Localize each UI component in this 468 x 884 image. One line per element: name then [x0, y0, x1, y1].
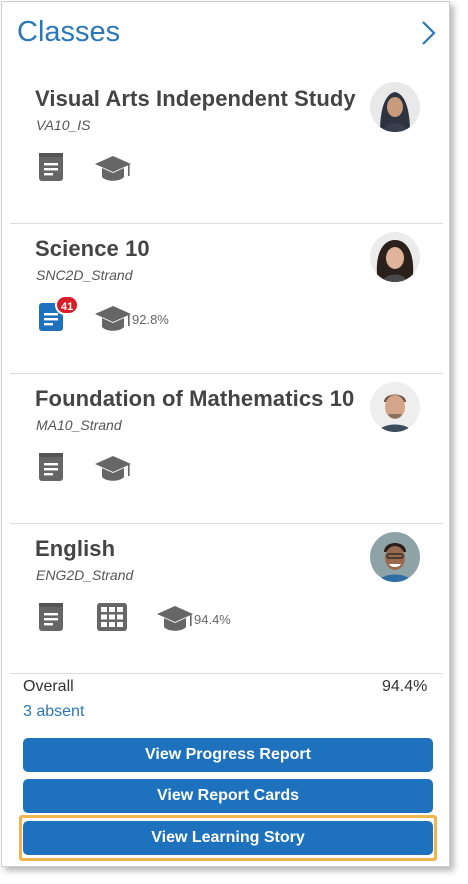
class-icons: 41 92.8%: [36, 295, 336, 336]
class-name[interactable]: Visual Arts Independent Study: [35, 86, 356, 112]
view-learning-story-button[interactable]: View Learning Story: [23, 821, 433, 855]
view-report-cards-button[interactable]: View Report Cards: [23, 779, 433, 813]
class-icons: [36, 152, 336, 186]
class-name[interactable]: Foundation of Mathematics 10: [35, 386, 354, 412]
grade-percentage: 94.4%: [194, 612, 231, 627]
graduation-cap-icon[interactable]: [94, 155, 132, 183]
class-name[interactable]: Science 10: [35, 236, 150, 262]
teacher-avatar: [370, 232, 420, 282]
class-name[interactable]: English: [35, 536, 115, 562]
absent-link[interactable]: 3 absent: [23, 703, 84, 721]
class-code: SNC2D_Strand: [36, 267, 133, 283]
class-card-english[interactable]: English ENG2D_Strand 94.4%: [10, 524, 443, 674]
teacher-avatar: [370, 382, 420, 432]
view-progress-report-button[interactable]: View Progress Report: [23, 738, 433, 772]
overall-label: Overall: [23, 678, 74, 695]
classes-panel: Classes Visual Arts Independent Study VA…: [1, 1, 450, 867]
class-code: ENG2D_Strand: [36, 567, 134, 583]
overall-value: 94.4%: [382, 678, 428, 695]
class-icons: [36, 452, 336, 486]
panel-header: Classes: [2, 2, 449, 66]
class-code: VA10_IS: [36, 117, 91, 133]
assignments-icon[interactable]: [38, 452, 64, 482]
class-card-mathematics[interactable]: Foundation of Mathematics 10 MA10_Strand: [10, 374, 443, 524]
assignments-icon[interactable]: [38, 152, 64, 182]
grade-percentage: 92.8%: [132, 312, 169, 327]
notification-badge: 41: [55, 295, 80, 315]
class-card-science[interactable]: Science 10 SNC2D_Strand 41 92.8%: [10, 224, 443, 374]
class-card-visual-arts[interactable]: Visual Arts Independent Study VA10_IS: [10, 74, 443, 224]
class-code: MA10_Strand: [36, 417, 122, 433]
class-icons: 94.4%: [36, 602, 336, 636]
assignments-icon[interactable]: 41: [38, 295, 80, 332]
chevron-right-icon[interactable]: [420, 20, 436, 46]
graduation-cap-icon[interactable]: [156, 605, 194, 633]
graduation-cap-icon[interactable]: [94, 305, 132, 333]
teacher-avatar: [370, 532, 420, 582]
grid-icon[interactable]: [97, 603, 127, 631]
graduation-cap-icon[interactable]: [94, 455, 132, 483]
assignments-icon[interactable]: [38, 602, 64, 632]
teacher-avatar: [370, 82, 420, 132]
page-title: Classes: [17, 16, 121, 48]
